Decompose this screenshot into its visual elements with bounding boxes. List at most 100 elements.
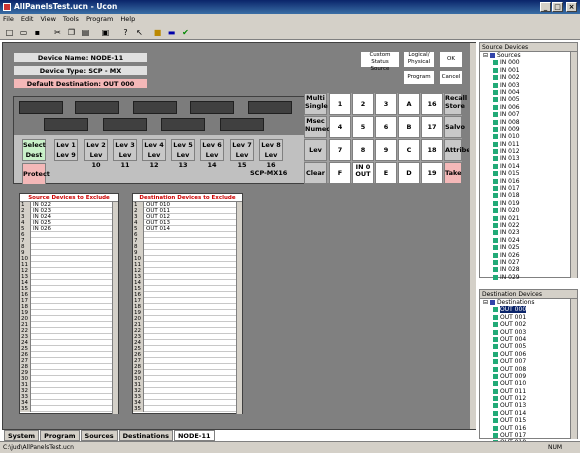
key-17[interactable]: 17 [421, 116, 443, 138]
key-5[interactable]: 5 [352, 116, 374, 138]
tree-item[interactable]: IN 028 [493, 266, 577, 273]
menu-program[interactable]: Program [86, 14, 113, 25]
tree-item[interactable]: IN 003 [493, 82, 577, 89]
destination-exclude-grid[interactable]: Destination Devices to Exclude 1 OUT 010 2… [132, 193, 243, 414]
key-6[interactable]: 6 [375, 116, 397, 138]
table-row[interactable]: 35 [133, 406, 242, 412]
check-icon[interactable]: ✔ [180, 27, 191, 38]
maximize-button[interactable]: □ [552, 2, 563, 12]
tree-item[interactable]: OUT 007 [493, 358, 577, 365]
key-in-0-out[interactable]: IN 0 OUT [352, 162, 374, 184]
level-button[interactable]: Lev 6 Lev 14 [200, 139, 224, 169]
recall-store-button[interactable]: Recall Store [444, 93, 467, 115]
menu-help[interactable]: Help [120, 14, 135, 25]
tree-item[interactable]: IN 002 [493, 74, 577, 81]
tree-item[interactable]: IN 027 [493, 259, 577, 266]
tree-item[interactable]: IN 024 [493, 237, 577, 244]
level-button[interactable]: Lev 2 Lev 10 [84, 139, 108, 169]
tree-item[interactable]: IN 001 [493, 67, 577, 74]
tree-item[interactable]: OUT 002 [493, 321, 577, 328]
tree-item[interactable]: IN 019 [493, 200, 577, 207]
level-button[interactable]: Lev 5 Lev 13 [171, 139, 195, 169]
key-e[interactable]: E [375, 162, 397, 184]
tab-program[interactable]: Program [40, 430, 80, 441]
tree-item[interactable]: IN 026 [493, 252, 577, 259]
key-a[interactable]: A [398, 93, 420, 115]
tree-item[interactable]: OUT 016 [493, 425, 577, 432]
key-2[interactable]: 2 [352, 93, 374, 115]
key-19[interactable]: 19 [421, 162, 443, 184]
tab-system[interactable]: System [4, 430, 40, 441]
key-3[interactable]: 3 [375, 93, 397, 115]
close-button[interactable]: × [566, 2, 577, 12]
scrollbar[interactable] [570, 52, 577, 278]
tree-item[interactable]: IN 013 [493, 155, 577, 162]
table-row[interactable]: 35 [20, 406, 118, 412]
tree-item[interactable]: IN 020 [493, 207, 577, 214]
tree-item[interactable]: IN 025 [493, 244, 577, 251]
tree-item[interactable]: OUT 001 [493, 314, 577, 321]
tree-item[interactable]: OUT 012 [493, 395, 577, 402]
key-8[interactable]: 8 [352, 139, 374, 161]
save-icon[interactable]: ▪ [32, 27, 43, 38]
tree-item[interactable]: IN 018 [493, 192, 577, 199]
key-f[interactable]: F [329, 162, 351, 184]
open-folder-icon[interactable]: ▭ [18, 27, 29, 38]
tree-item[interactable]: IN 023 [493, 229, 577, 236]
tab-node-11[interactable]: NODE-11 [173, 430, 215, 441]
tree-item[interactable]: IN 021 [493, 215, 577, 222]
salvo-button[interactable]: Salvo [444, 116, 465, 138]
tree-item[interactable]: IN 014 [493, 163, 577, 170]
custom-status-source-button[interactable]: Custom Status Source [360, 51, 400, 72]
tree-item[interactable]: IN 005 [493, 96, 577, 103]
tree-root-sources[interactable]: ⊟ Sources [483, 52, 577, 59]
key-1[interactable]: 1 [329, 93, 351, 115]
level-button[interactable]: Lev 4 Lev 12 [142, 139, 166, 169]
context-help-icon[interactable]: ↖ [134, 27, 145, 38]
tree-item[interactable]: IN 009 [493, 126, 577, 133]
key-4[interactable]: 4 [329, 116, 351, 138]
key-d[interactable]: D [398, 162, 420, 184]
tree-item[interactable]: OUT 008 [493, 366, 577, 373]
tree-item[interactable]: IN 015 [493, 170, 577, 177]
tree-item[interactable]: IN 007 [493, 111, 577, 118]
lev-sf-button[interactable]: Lev Sf [304, 139, 327, 174]
clear-button[interactable]: Clear [304, 162, 327, 184]
scrollbar[interactable] [570, 299, 577, 439]
ok-button[interactable]: OK [439, 51, 463, 68]
take-button[interactable]: Take [444, 162, 462, 184]
properties-icon[interactable]: ■ [152, 27, 163, 38]
key-c[interactable]: C [398, 139, 420, 161]
tree-item[interactable]: IN 022 [493, 222, 577, 229]
tree-item[interactable]: IN 006 [493, 104, 577, 111]
tree-item[interactable]: IN 016 [493, 178, 577, 185]
tree-item[interactable]: IN 029 [493, 274, 577, 281]
key-b[interactable]: B [398, 116, 420, 138]
tree-item[interactable]: OUT 011 [493, 388, 577, 395]
level-button[interactable]: Lev 8 Lev 16 [259, 139, 283, 169]
cancel-button[interactable]: Cancel [439, 70, 463, 85]
cut-icon[interactable]: ✂ [52, 27, 63, 38]
msec-numec-button[interactable]: Msec Numec [304, 116, 330, 138]
tree-item[interactable]: OUT 004 [493, 336, 577, 343]
protect-button[interactable]: Protect [22, 163, 50, 185]
copy-icon[interactable]: ❐ [66, 27, 77, 38]
menu-view[interactable]: View [40, 14, 55, 25]
menu-file[interactable]: File [3, 14, 14, 25]
program-button[interactable]: Program [403, 70, 435, 85]
multi-single-button[interactable]: Multi Single [304, 93, 328, 115]
select-dest-button[interactable]: Select Dest [22, 139, 46, 161]
print-icon[interactable]: ▣ [100, 27, 111, 38]
source-exclude-grid[interactable]: Source Devices to Exclude 1 IN 022 2 IN 023… [19, 193, 119, 414]
tab-destinations[interactable]: Destinations [118, 430, 173, 441]
tree-item[interactable]: OUT 015 [493, 417, 577, 424]
menu-tools[interactable]: Tools [63, 14, 79, 25]
tree-item[interactable]: OUT 005 [493, 343, 577, 350]
menu-edit[interactable]: Edit [21, 14, 34, 25]
tree-item[interactable]: OUT 010 [493, 380, 577, 387]
tree-item[interactable]: IN 011 [493, 141, 577, 148]
tree-item[interactable]: IN 008 [493, 119, 577, 126]
tree-root-destinations[interactable]: ⊟ Destinations [483, 299, 577, 306]
logical-physical-button[interactable]: Logical/ Physical [403, 51, 435, 68]
tree-item[interactable]: OUT 006 [493, 351, 577, 358]
